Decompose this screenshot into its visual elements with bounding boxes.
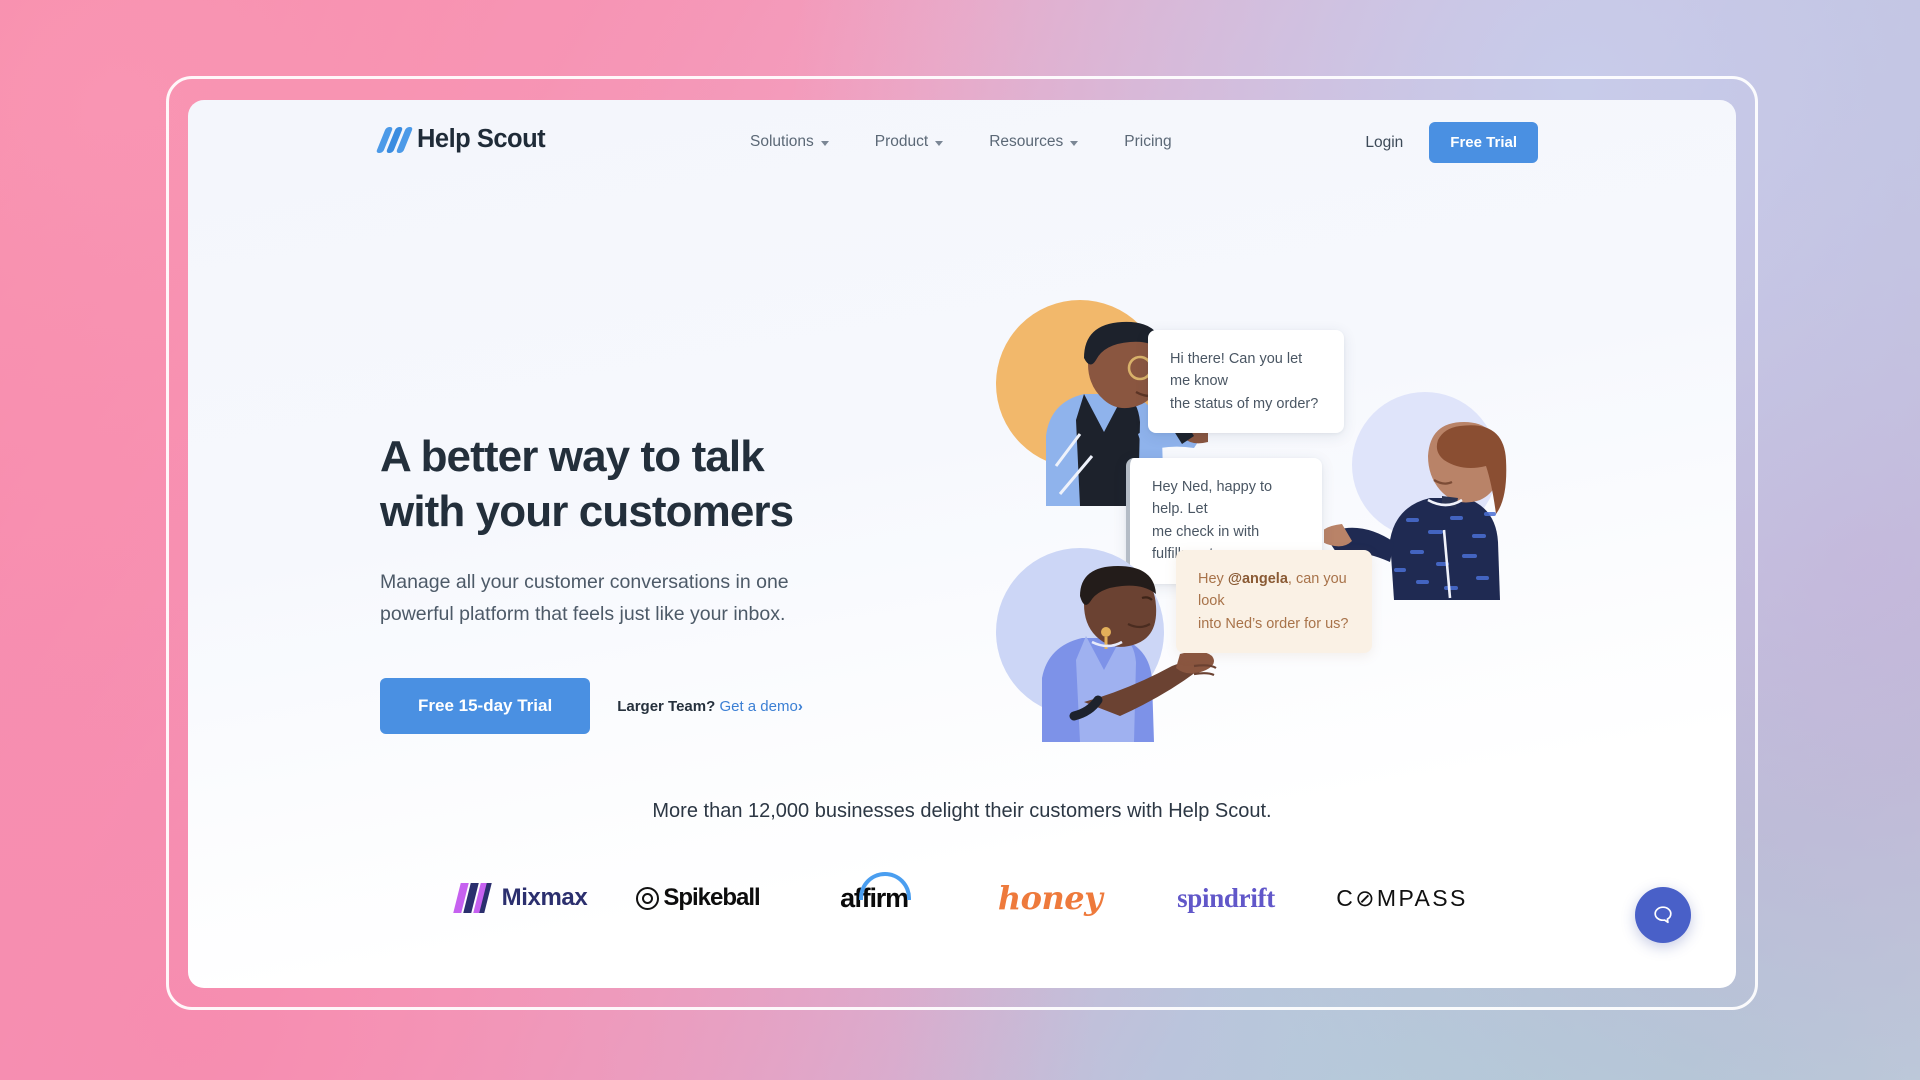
- hero-cta-row: Free 15-day Trial Larger Team? Get a dem…: [380, 678, 850, 735]
- agent-reply-line-1: Hey Ned, happy to help. Let: [1152, 479, 1273, 518]
- landing-page-card: Help Scout Solutions Product Resources P…: [188, 100, 1736, 988]
- speech-bubble-icon: [1654, 906, 1672, 924]
- nav-item-solutions[interactable]: Solutions: [750, 133, 854, 151]
- social-proof-headline: More than 12,000 businesses delight thei…: [652, 800, 1272, 822]
- customer-logo-strip: Mixmax Spikeball affirm honey spindrift …: [188, 871, 1736, 924]
- login-link[interactable]: Login: [1365, 134, 1403, 152]
- honey-logo: honey: [962, 872, 1138, 924]
- note-mention: @angela: [1227, 571, 1288, 587]
- mixmax-logo: Mixmax: [434, 872, 610, 924]
- page-title: A better way to talk with your customers: [380, 430, 850, 539]
- chevron-right-icon: ›: [797, 697, 803, 715]
- spikeball-mark-icon: [636, 886, 660, 910]
- nav-item-product-label: Product: [874, 133, 929, 150]
- get-a-demo-link[interactable]: Get a demo: [719, 698, 797, 715]
- mixmax-logo-label: Mixmax: [501, 884, 588, 911]
- customer-message-line-1: Hi there! Can you let me know: [1170, 351, 1303, 390]
- headline-line-2: with your customers: [380, 486, 794, 536]
- compass-logo-label: C⊘MPASS: [1336, 884, 1468, 911]
- free-15-day-trial-button[interactable]: Free 15-day Trial: [380, 678, 591, 735]
- affirm-logo: affirm: [786, 871, 962, 924]
- logo-wordmark: Help Scout: [417, 125, 546, 153]
- note-prefix: Hey: [1198, 571, 1228, 587]
- spindrift-logo: spindrift: [1138, 872, 1314, 924]
- nav-item-solutions-label: Solutions: [750, 133, 814, 150]
- headline-line-1: A better way to talk: [380, 432, 765, 481]
- chevron-down-icon: [935, 140, 944, 146]
- larger-team-label: Larger Team?: [617, 697, 716, 715]
- help-scout-slashes-icon: [375, 126, 414, 153]
- mixmax-mark-icon: [452, 883, 492, 913]
- header-actions: Login Free Trial: [1365, 122, 1538, 163]
- nav-item-product[interactable]: Product: [875, 133, 968, 151]
- customer-message-line-2: the status of my order?: [1170, 395, 1319, 412]
- primary-navigation: Solutions Product Resources Pricing: [750, 133, 1172, 151]
- spindrift-logo-label: spindrift: [1177, 882, 1275, 913]
- get-a-demo-block: Larger Team? Get a demo›: [617, 698, 803, 715]
- chat-widget-button[interactable]: [1635, 887, 1691, 943]
- affirm-arc-icon: [858, 871, 911, 900]
- nav-item-resources-label: Resources: [989, 133, 1064, 150]
- hero-copy: A better way to talk with your customers…: [380, 430, 850, 735]
- site-header: Help Scout Solutions Product Resources P…: [188, 100, 1736, 190]
- nav-item-pricing-label: Pricing: [1124, 133, 1172, 150]
- compass-logo: C⊘MPASS: [1314, 872, 1490, 924]
- nav-item-resources[interactable]: Resources: [989, 133, 1103, 151]
- spikeball-logo: Spikeball: [610, 872, 786, 924]
- nav-item-pricing[interactable]: Pricing: [1124, 133, 1171, 151]
- customer-message-bubble: Hi there! Can you let me know the status…: [1148, 330, 1344, 434]
- note-line-2: into Ned’s order for us?: [1198, 615, 1349, 632]
- subhead-line-2: powerful platform that feels just like y…: [380, 602, 786, 625]
- hero-illustration: Hi there! Can you let me know the status…: [948, 300, 1588, 800]
- chevron-down-icon: [820, 140, 829, 146]
- subhead-line-1: Manage all your customer conversations i…: [380, 571, 789, 594]
- honey-logo-label: honey: [997, 879, 1103, 917]
- spikeball-logo-label: Spikeball: [663, 884, 760, 911]
- help-scout-logo[interactable]: Help Scout: [375, 125, 546, 154]
- internal-note-bubble: Hey @angela, can you look into Ned’s ord…: [1176, 550, 1372, 654]
- chevron-down-icon: [1070, 140, 1079, 146]
- free-trial-button[interactable]: Free Trial: [1429, 122, 1538, 163]
- hero-subheadline: Manage all your customer conversations i…: [380, 567, 850, 630]
